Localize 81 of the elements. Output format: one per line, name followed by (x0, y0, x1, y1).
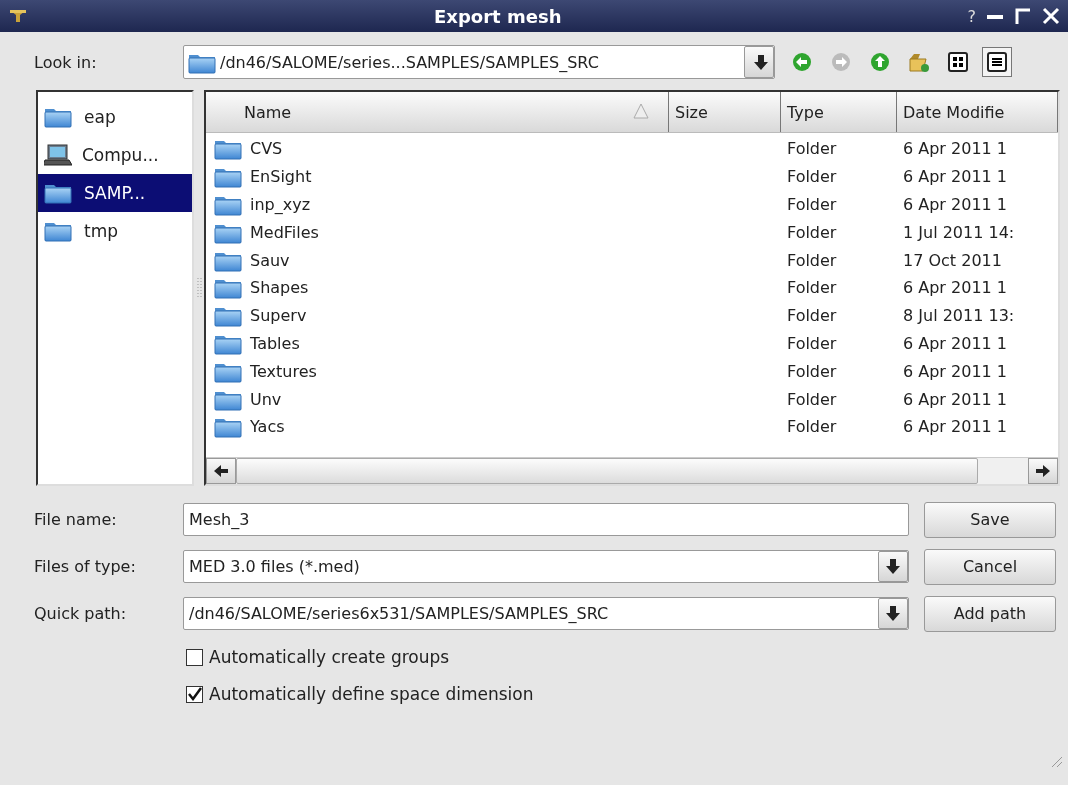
splitter-handle-icon[interactable] (196, 278, 202, 298)
arrow-left-icon (213, 464, 229, 478)
file-type: Folder (786, 417, 838, 437)
sidebar-item[interactable]: tmp (38, 212, 192, 250)
checkbox-label: Automatically create groups (209, 647, 450, 667)
icon-view-icon (947, 51, 969, 73)
scroll-left-button[interactable] (206, 458, 236, 484)
checkbox[interactable] (186, 685, 203, 703)
dialog-button[interactable]: Save (924, 501, 1056, 538)
dialog-button[interactable]: Add path (924, 595, 1056, 632)
file-name[interactable]: MedFiles (250, 222, 319, 242)
date-modified: 6 Apr 2011 1 (902, 389, 1008, 409)
column-header[interactable]: Date Modifie (897, 92, 1058, 132)
back-icon (791, 51, 813, 73)
field-label: Quick path: (34, 604, 128, 623)
date-modified: 6 Apr 2011 1 (902, 417, 1008, 437)
column-header[interactable]: Size (669, 92, 781, 132)
arrow-down-icon (885, 558, 901, 575)
file-name[interactable]: inp_xyz (250, 195, 311, 214)
date-modified: 6 Apr 2011 1 (902, 361, 1008, 381)
detail-view-icon (986, 51, 1008, 73)
file-name[interactable]: EnSight (250, 167, 312, 187)
column-header[interactable]: Type (781, 92, 897, 132)
input-field[interactable]: Mesh_3 (183, 503, 909, 536)
dropdown-button[interactable] (878, 551, 908, 582)
app-icon (8, 8, 28, 24)
file-type: Folder (786, 306, 838, 326)
checkbox-label: Automatically define space dimension (209, 684, 534, 704)
file-type: Folder (786, 195, 838, 214)
file-name[interactable]: Shapes (250, 278, 309, 298)
file-name[interactable]: Unv (250, 389, 282, 409)
file-name[interactable]: Textures (250, 361, 317, 381)
sidebar-item[interactable]: SAMP... (38, 174, 192, 212)
detail-view-button[interactable] (982, 47, 1012, 77)
column-header[interactable]: Name (206, 92, 669, 132)
date-modified: 17 Oct 2011 (902, 250, 1003, 270)
file-type: Folder (786, 278, 838, 298)
file-type: Folder (786, 333, 838, 353)
look-in-combo[interactable]: /dn46/SALOME/series...SAMPLES/SAMPLES_SRC (183, 45, 775, 79)
dropdown-button[interactable] (878, 598, 908, 629)
date-modified: 6 Apr 2011 1 (902, 195, 1008, 214)
computer-icon (44, 143, 72, 167)
arrow-down-icon (885, 605, 901, 622)
close-icon[interactable] (1042, 7, 1060, 25)
checkbox[interactable] (186, 648, 203, 666)
file-type: Folder (786, 222, 838, 242)
field-label: Files of type: (34, 557, 137, 576)
file-name[interactable]: CVS (250, 139, 283, 159)
arrow-right-icon (1035, 464, 1051, 478)
forward-icon (830, 51, 852, 73)
file-name[interactable]: Tables (250, 333, 300, 353)
file-type: Folder (786, 250, 838, 270)
field-label: File name: (34, 510, 118, 529)
file-name[interactable]: Yacs (250, 417, 285, 437)
look-in-label: Look in: (34, 52, 98, 72)
arrow-down-icon (753, 53, 769, 71)
sidebar-item[interactable]: Compu... (38, 136, 192, 174)
date-modified: 6 Apr 2011 1 (902, 139, 1008, 159)
up-icon (869, 51, 891, 73)
file-name[interactable]: Sauv (250, 250, 290, 270)
new-folder-icon (908, 51, 930, 73)
file-type: Folder (786, 389, 838, 409)
file-type: Folder (786, 139, 838, 159)
combo-box[interactable]: MED 3.0 files (*.med) (183, 550, 909, 583)
dropdown-button[interactable] (744, 46, 774, 78)
sidebar-item[interactable]: eap (38, 98, 192, 136)
scroll-right-button[interactable] (1028, 458, 1058, 484)
date-modified: 6 Apr 2011 1 (902, 278, 1008, 298)
file-type: Folder (786, 167, 838, 187)
file-type: Folder (786, 361, 838, 381)
help-button[interactable]: ? (967, 6, 976, 26)
window-title: Export mesh (433, 5, 563, 27)
date-modified: 6 Apr 2011 1 (902, 333, 1008, 353)
date-modified: 1 Jul 2011 14: (902, 222, 1016, 242)
dialog-button[interactable]: Cancel (924, 548, 1056, 585)
scrollbar-thumb[interactable] (236, 458, 978, 484)
file-name[interactable]: Superv (250, 306, 307, 326)
date-modified: 6 Apr 2011 1 (902, 167, 1008, 187)
maximize-icon[interactable] (1014, 7, 1032, 25)
date-modified: 8 Jul 2011 13: (902, 306, 1016, 326)
combo-box[interactable]: /dn46/SALOME/series6x531/SAMPLES/SAMPLES_SRC (183, 597, 909, 630)
